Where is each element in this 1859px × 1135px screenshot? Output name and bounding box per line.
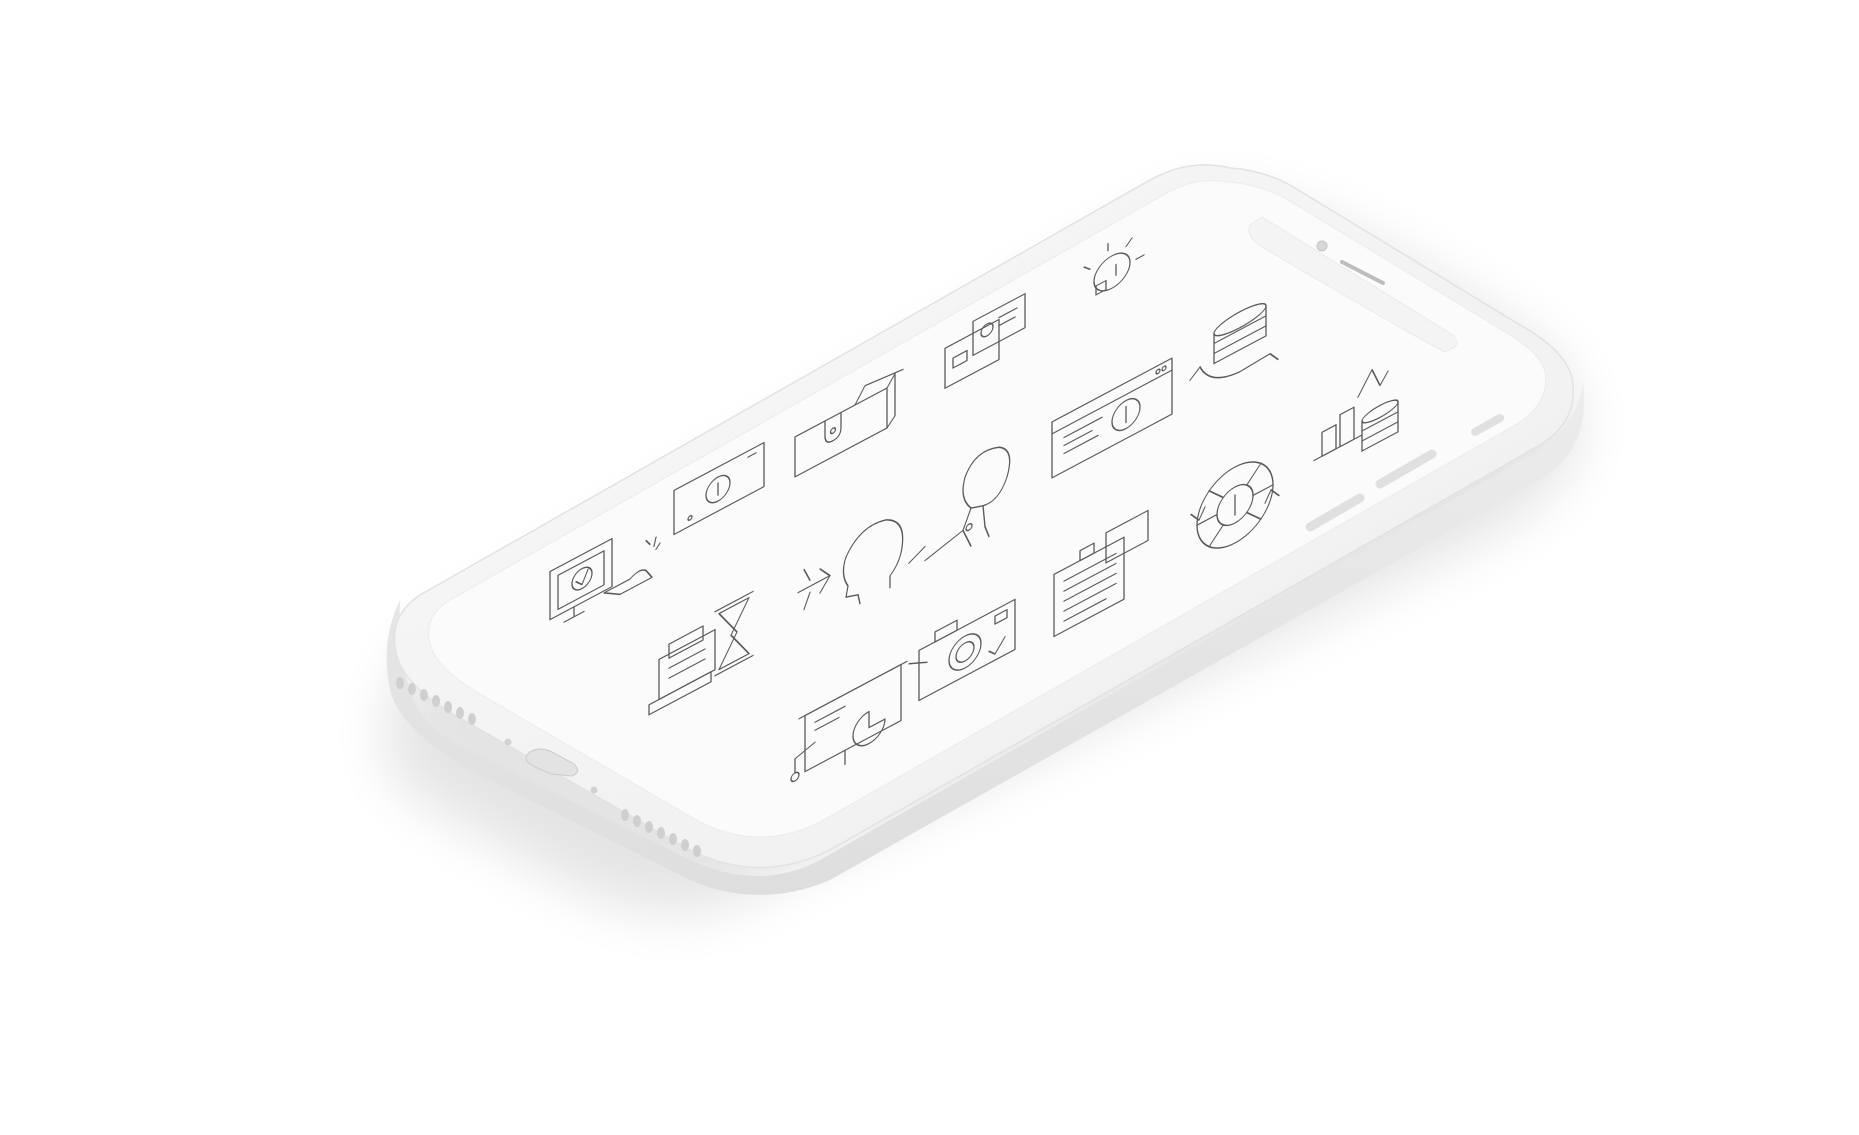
speaker-hole xyxy=(444,701,452,713)
speaker-hole xyxy=(657,827,665,839)
mockup-stage xyxy=(0,0,1859,1135)
speaker-hole xyxy=(693,845,701,857)
speaker-hole xyxy=(645,821,653,833)
speaker-hole xyxy=(633,815,641,827)
front-camera xyxy=(1316,240,1328,252)
speaker-hole xyxy=(468,713,476,725)
phone-mockup xyxy=(384,164,1585,914)
speaker-hole xyxy=(681,839,689,851)
speaker-hole xyxy=(456,707,464,719)
speaker-hole xyxy=(621,809,629,821)
speaker-hole xyxy=(432,695,440,707)
screw-right xyxy=(590,786,598,794)
speaker-hole xyxy=(669,833,677,845)
screw-left xyxy=(504,738,512,746)
speaker-hole xyxy=(420,689,428,701)
speaker-hole xyxy=(396,677,404,689)
speaker-hole xyxy=(408,683,416,695)
